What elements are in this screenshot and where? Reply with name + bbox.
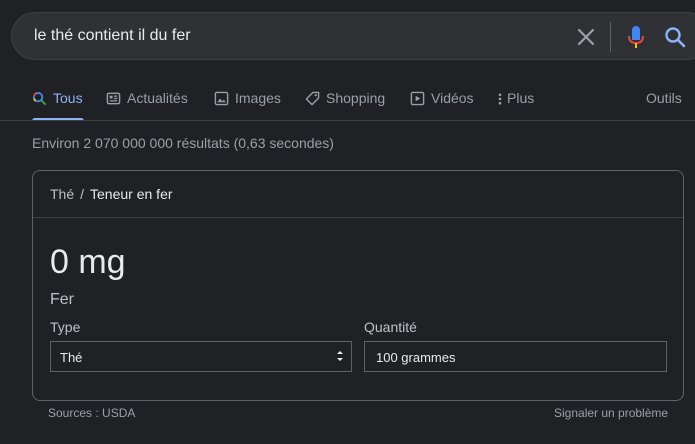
breadcrumb-separator: / — [80, 186, 85, 202]
search-bar[interactable]: le thé contient il du fer — [11, 12, 695, 60]
quantity-label: Quantité — [364, 319, 417, 335]
search-divider — [610, 22, 611, 52]
breadcrumb-item[interactable]: Thé — [50, 186, 74, 202]
tab-plus[interactable]: Plus — [497, 90, 534, 106]
breadcrumb: Thé / Teneur en fer — [50, 186, 173, 202]
play-icon — [410, 91, 425, 105]
clear-icon[interactable] — [575, 26, 597, 48]
image-icon — [214, 91, 229, 105]
sources-text: Sources : USDA — [48, 406, 136, 420]
tab-shopping[interactable]: Shopping — [305, 90, 385, 106]
breadcrumb-current: Teneur en fer — [90, 186, 173, 202]
type-select-value: Thé — [60, 350, 83, 365]
search-icon — [32, 91, 47, 105]
type-label: Type — [50, 319, 81, 335]
card-divider — [33, 217, 683, 218]
tools-button[interactable]: Outils — [646, 90, 682, 106]
tabs-divider — [0, 120, 695, 121]
search-tabs: Tous Actualités Images Shopping Vidéos P… — [0, 78, 695, 121]
tab-label: Plus — [507, 90, 535, 106]
quantity-value: 100 grammes — [376, 350, 456, 365]
microphone-icon[interactable] — [624, 24, 648, 50]
nutrient-name: Fer — [50, 291, 74, 308]
nutrient-value: 0 mg — [50, 243, 126, 281]
tab-label: Tous — [53, 90, 83, 106]
report-problem-link[interactable]: Signaler un problème — [554, 406, 668, 420]
search-input[interactable]: le thé contient il du fer — [34, 27, 191, 45]
quantity-field[interactable]: 100 grammes — [364, 341, 667, 372]
tab-label: Vidéos — [431, 90, 474, 106]
tab-videos[interactable]: Vidéos — [410, 90, 474, 106]
tab-images[interactable]: Images — [214, 90, 281, 106]
tab-label: Shopping — [326, 90, 386, 106]
nutrition-card: Thé / Teneur en fer 0 mg Fer Type Quantité… — [32, 170, 684, 401]
tab-tous[interactable]: Tous — [32, 90, 83, 106]
tools-label: Outils — [646, 90, 682, 106]
type-select[interactable]: Thé — [50, 341, 352, 372]
tab-label: Images — [235, 90, 281, 106]
tab-label: Actualités — [127, 90, 188, 106]
more-vert-icon — [498, 92, 502, 104]
result-stats: Environ 2 070 000 000 résultats (0,63 se… — [32, 135, 334, 151]
news-icon — [106, 92, 121, 104]
tab-actualites[interactable]: Actualités — [106, 90, 188, 106]
tag-icon — [305, 91, 320, 105]
search-icon[interactable] — [663, 25, 687, 49]
select-arrows-icon — [337, 351, 343, 361]
